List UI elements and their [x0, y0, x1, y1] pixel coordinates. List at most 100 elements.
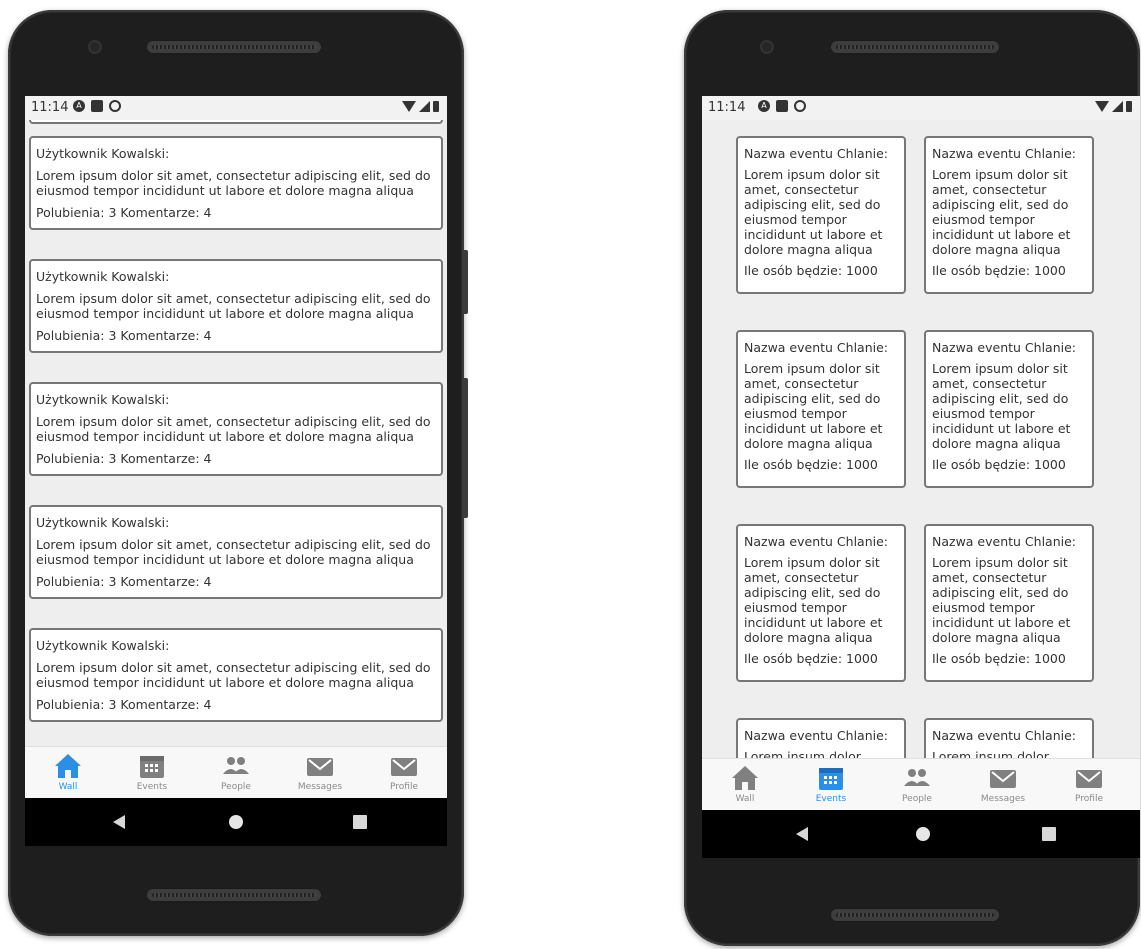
- tab-events[interactable]: Events: [790, 759, 872, 811]
- event-title: Nazwa eventu Chlanie:: [932, 728, 1077, 743]
- front-camera: [90, 42, 100, 52]
- event-count: Ile osób będzie: 1000: [932, 457, 1066, 472]
- post-body: Lorem ipsum dolor sit amet, consectetur …: [36, 414, 431, 444]
- nav-back-button[interactable]: [89, 798, 149, 846]
- event-card[interactable]: Nazwa eventu Chlanie: Lorem ipsum dolor …: [736, 330, 906, 488]
- screen: 11:14 A Użytkownik Kowalski: Lorem ipsum…: [25, 96, 447, 846]
- tab-label: Messages: [297, 782, 343, 792]
- battery-icon: [1126, 101, 1132, 112]
- post-stats: Polubienia: 3 Komentarze: 4: [36, 697, 212, 712]
- power-button[interactable]: [464, 250, 468, 314]
- post-body: Lorem ipsum dolor sit amet, consectetur …: [36, 660, 431, 690]
- event-title: Nazwa eventu Chlanie:: [744, 340, 889, 355]
- tab-profile[interactable]: Profile: [363, 747, 445, 799]
- tab-label: Profile: [1075, 794, 1103, 804]
- post-card[interactable]: Użytkownik Kowalski: Lorem ipsum dolor s…: [29, 628, 443, 722]
- bottom-speaker: [830, 908, 1000, 922]
- post-body: Lorem ipsum dolor sit amet, consectetur …: [36, 537, 431, 567]
- post-author: Użytkownik Kowalski:: [36, 515, 170, 530]
- tab-events[interactable]: Events: [111, 747, 193, 799]
- nav-home-button[interactable]: [892, 810, 952, 858]
- status-time: 11:14: [31, 100, 69, 115]
- bottom-tab-bar: Wall Events People Messages Profile: [25, 746, 447, 799]
- back-icon: [113, 815, 125, 829]
- tab-label: Events: [815, 794, 847, 804]
- tab-profile[interactable]: Profile: [1048, 759, 1130, 811]
- event-title: Nazwa eventu Chlanie:: [744, 728, 889, 743]
- event-title: Nazwa eventu Chlanie:: [932, 146, 1077, 161]
- partial-post-top: [29, 120, 443, 124]
- tab-messages[interactable]: Messages: [279, 747, 361, 799]
- event-count: Ile osób będzie: 1000: [744, 651, 878, 666]
- post-card[interactable]: Użytkownik Kowalski: Lorem ipsum dolor s…: [29, 505, 443, 599]
- tab-label: Messages: [980, 794, 1026, 804]
- calendar-icon: [816, 764, 846, 792]
- event-card[interactable]: Nazwa eventu Chlanie: Lorem ipsum dolor …: [924, 136, 1094, 294]
- phone-events: 11:14 A Nazwa eventu Chlanie: Lorem ipsu…: [684, 10, 1140, 946]
- screen: 11:14 A Nazwa eventu Chlanie: Lorem ipsu…: [702, 96, 1140, 858]
- tab-people[interactable]: People: [876, 759, 958, 811]
- event-count: Ile osób będzie: 1000: [932, 263, 1066, 278]
- event-card[interactable]: Nazwa eventu Chlanie: Lorem ipsum dolor …: [736, 524, 906, 682]
- battery-icon: [433, 101, 439, 112]
- android-nav-bar: [702, 810, 1140, 858]
- tab-messages[interactable]: Messages: [962, 759, 1044, 811]
- event-body: Lorem ipsum dolor sit amet, consectetur …: [932, 555, 1071, 645]
- signal-icon: [1112, 101, 1123, 112]
- notification-icon: A: [73, 100, 85, 112]
- envelope-icon: [988, 764, 1018, 792]
- post-author: Użytkownik Kowalski:: [36, 638, 170, 653]
- event-body: Lorem ipsum dolor sit amet, consectetur …: [744, 555, 883, 645]
- post-body: Lorem ipsum dolor sit amet, consectetur …: [36, 168, 431, 198]
- status-bar: 11:14 A: [25, 96, 447, 120]
- event-count: Ile osób będzie: 1000: [744, 263, 878, 278]
- event-card[interactable]: Nazwa eventu Chlanie: Lorem ipsum dolor …: [924, 524, 1094, 682]
- post-stats: Polubienia: 3 Komentarze: 4: [36, 205, 212, 220]
- sync-icon: [109, 100, 121, 112]
- post-card[interactable]: Użytkownik Kowalski: Lorem ipsum dolor s…: [29, 382, 443, 476]
- post-stats: Polubienia: 3 Komentarze: 4: [36, 328, 212, 343]
- event-body: Lorem ipsum dolor sit amet, consectetur …: [932, 167, 1071, 257]
- nav-back-button[interactable]: [772, 810, 832, 858]
- event-title: Nazwa eventu Chlanie:: [932, 340, 1077, 355]
- android-nav-bar: [25, 798, 447, 846]
- event-card[interactable]: Nazwa eventu Chlanie: Lorem ipsum dolor …: [736, 136, 906, 294]
- tab-wall[interactable]: Wall: [27, 747, 109, 799]
- phone-wall: 11:14 A Użytkownik Kowalski: Lorem ipsum…: [8, 10, 468, 936]
- envelope-icon: [305, 752, 335, 780]
- event-title: Nazwa eventu Chlanie:: [744, 146, 889, 161]
- home-icon: [53, 752, 83, 780]
- bottom-tab-bar: Wall Events People Messages Profile: [702, 758, 1140, 811]
- post-stats: Polubienia: 3 Komentarze: 4: [36, 451, 212, 466]
- bottom-speaker: [146, 888, 322, 902]
- post-card[interactable]: Użytkownik Kowalski: Lorem ipsum dolor s…: [29, 259, 443, 353]
- people-icon: [221, 752, 251, 780]
- event-body: Lorem ipsum dolor sit amet, consectetur …: [932, 361, 1071, 451]
- nav-recents-button[interactable]: [329, 798, 389, 846]
- event-count: Ile osób będzie: 1000: [744, 457, 878, 472]
- tab-label: Profile: [390, 782, 418, 792]
- post-card[interactable]: Użytkownik Kowalski: Lorem ipsum dolor s…: [29, 136, 443, 230]
- top-speaker: [146, 40, 322, 54]
- event-title: Nazwa eventu Chlanie:: [932, 534, 1077, 549]
- volume-button[interactable]: [464, 378, 468, 518]
- envelope-icon: [389, 752, 419, 780]
- status-time: 11:14: [708, 100, 746, 115]
- tab-label: Wall: [58, 782, 78, 792]
- tab-label: People: [902, 794, 932, 804]
- status-bar: 11:14 A: [702, 96, 1140, 120]
- event-card[interactable]: Nazwa eventu Chlanie: Lorem ipsum dolor …: [924, 330, 1094, 488]
- event-body: Lorem ipsum dolor sit amet, consectetur …: [744, 167, 883, 257]
- envelope-icon: [1074, 764, 1104, 792]
- wifi-icon: [402, 101, 416, 112]
- calendar-icon: [137, 752, 167, 780]
- tab-people[interactable]: People: [195, 747, 277, 799]
- sync-icon: [794, 100, 806, 112]
- recents-icon: [353, 815, 367, 829]
- event-title: Nazwa eventu Chlanie:: [744, 534, 889, 549]
- nav-recents-button[interactable]: [1018, 810, 1078, 858]
- post-author: Użytkownik Kowalski:: [36, 269, 170, 284]
- nav-home-button[interactable]: [205, 798, 265, 846]
- tab-wall[interactable]: Wall: [704, 759, 786, 811]
- event-count: Ile osób będzie: 1000: [932, 651, 1066, 666]
